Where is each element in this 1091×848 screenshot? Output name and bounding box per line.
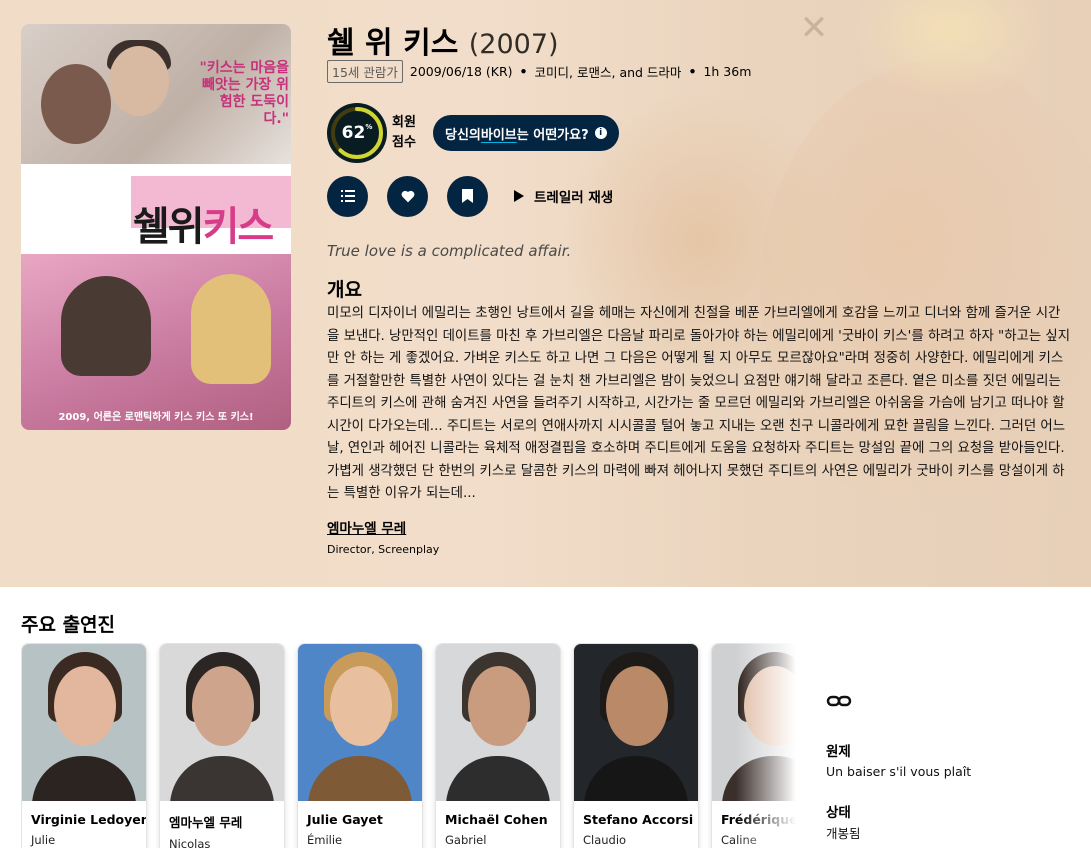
- vibe-text: 당신의: [445, 127, 481, 143]
- runtime: 1h 36m: [703, 63, 752, 79]
- play-trailer-button[interactable]: 트레일러 재생: [514, 186, 613, 206]
- score-row: 62% 회원 점수 당신의 바이브 는 어떤가요? i: [327, 101, 619, 165]
- cast-photo[interactable]: [160, 644, 284, 801]
- cast-name[interactable]: Stefano Accorsi: [583, 812, 698, 827]
- cast-photo[interactable]: [436, 644, 560, 801]
- user-score-chart[interactable]: 62%: [327, 103, 387, 163]
- original-title-value: Un baiser s'il vous plaît: [826, 764, 972, 779]
- original-title-label: 원제: [826, 744, 851, 760]
- cast-photo[interactable]: [22, 644, 146, 801]
- separator-dot: •: [519, 63, 528, 79]
- vibe-highlight: 바이브: [480, 127, 517, 143]
- bookmark-icon: [462, 189, 473, 203]
- release-date: 2009/06/18 (KR): [409, 63, 513, 79]
- cast-name[interactable]: 엠마누엘 무레: [169, 812, 284, 831]
- score-number: 62: [341, 123, 366, 143]
- vibe-text-suffix: 는 어떤가요?: [516, 127, 589, 143]
- poster-photo-bottom: [21, 254, 291, 430]
- cast-card[interactable]: 엠마누엘 무레 Nicolas: [159, 643, 285, 848]
- favorite-button[interactable]: [387, 175, 428, 217]
- scroll-fade: [736, 643, 796, 848]
- genres[interactable]: 코미디, 로맨스, and 드라마: [535, 62, 682, 81]
- action-bar: 트레일러 재생: [327, 175, 613, 217]
- cast-photo[interactable]: [574, 644, 698, 801]
- cast-photo[interactable]: [298, 644, 422, 801]
- cast-card[interactable]: Virginie Ledoyen Julie: [21, 643, 147, 848]
- movie-facts: 15세 관람가 2009/06/18 (KR) • 코미디, 로맨스, and …: [327, 59, 752, 83]
- status-label: 상태: [826, 805, 851, 821]
- watchlist-button[interactable]: [447, 175, 488, 217]
- cast-scroller[interactable]: Virginie Ledoyen Julie 엠마누엘 무레 Nicolas Julie…: [21, 643, 796, 848]
- cast-character: Nicolas: [169, 837, 211, 848]
- poster-title-pink: 키스: [202, 204, 275, 250]
- status-value: 개봉됨: [826, 826, 861, 841]
- certification-badge: 15세 관람가: [327, 59, 403, 83]
- poster-caption: 2009, 어른은 로맨틱하게 키스 키스 또 키스!: [58, 412, 254, 423]
- cast-card[interactable]: Julie Gayet Émilie: [297, 643, 423, 848]
- cast-name[interactable]: Michaël Cohen: [445, 812, 560, 827]
- play-trailer-label: 트레일러 재생: [534, 190, 614, 206]
- movie-header: ✕ "키스는 마음을 빼앗는 가장 위험한 도둑이다." 쉘위키스 2009, …: [0, 0, 1091, 587]
- cast-name[interactable]: Julie Gayet: [307, 812, 422, 827]
- poster-title: 쉘위키스: [133, 194, 275, 252]
- cast-heading: 주요 출연진: [21, 614, 116, 636]
- add-to-list-button[interactable]: [327, 175, 368, 217]
- link-icon[interactable]: [826, 690, 852, 712]
- movie-title: 쉘 위 키스 (2007): [327, 18, 559, 62]
- tagline: True love is a complicated affair.: [327, 242, 572, 260]
- crew-member: 엠마누엘 무레 Director, Screenplay: [327, 517, 439, 556]
- crew-role: Director, Screenplay: [327, 543, 440, 556]
- vibe-button[interactable]: 당신의 바이브 는 어떤가요? i: [433, 115, 619, 151]
- play-icon: [514, 190, 524, 202]
- cast-character: Gabriel: [445, 833, 487, 847]
- heart-icon: [401, 190, 414, 202]
- poster-title-part: 쉘위: [133, 204, 205, 250]
- info-icon: i: [594, 127, 607, 139]
- score-value: 62%: [327, 103, 387, 163]
- cast-character: Claudio: [583, 833, 627, 847]
- cast-card[interactable]: Stefano Accorsi Claudio: [573, 643, 699, 848]
- movie-title-text[interactable]: 쉘 위 키스: [327, 26, 458, 61]
- cast-character: Émilie: [307, 833, 343, 847]
- overview-text: 미모의 디자이너 에밀리는 초행인 낭트에서 길을 헤매는 자신에게 친절을 베…: [327, 306, 1071, 501]
- cast-character: Julie: [31, 833, 56, 847]
- overview-heading: 개요: [327, 279, 362, 301]
- cast-name[interactable]: Virginie Ledoyen: [31, 812, 146, 827]
- separator-dot: •: [688, 63, 697, 79]
- movie-poster[interactable]: "키스는 마음을 빼앗는 가장 위험한 도둑이다." 쉘위키스 2009, 어른…: [21, 24, 291, 430]
- score-label: 회원 점수: [392, 115, 416, 150]
- backdrop-decoration: ✕: [799, 8, 829, 48]
- score-percent: %: [365, 123, 373, 131]
- poster-quote: "키스는 마음을 빼앗는 가장 위험한 도둑이다.": [199, 60, 289, 127]
- cast-card[interactable]: Michaël Cohen Gabriel: [435, 643, 561, 848]
- crew-name-link[interactable]: 엠마누엘 무레: [327, 517, 439, 537]
- release-year: (2007): [468, 29, 559, 60]
- list-icon: [340, 190, 355, 202]
